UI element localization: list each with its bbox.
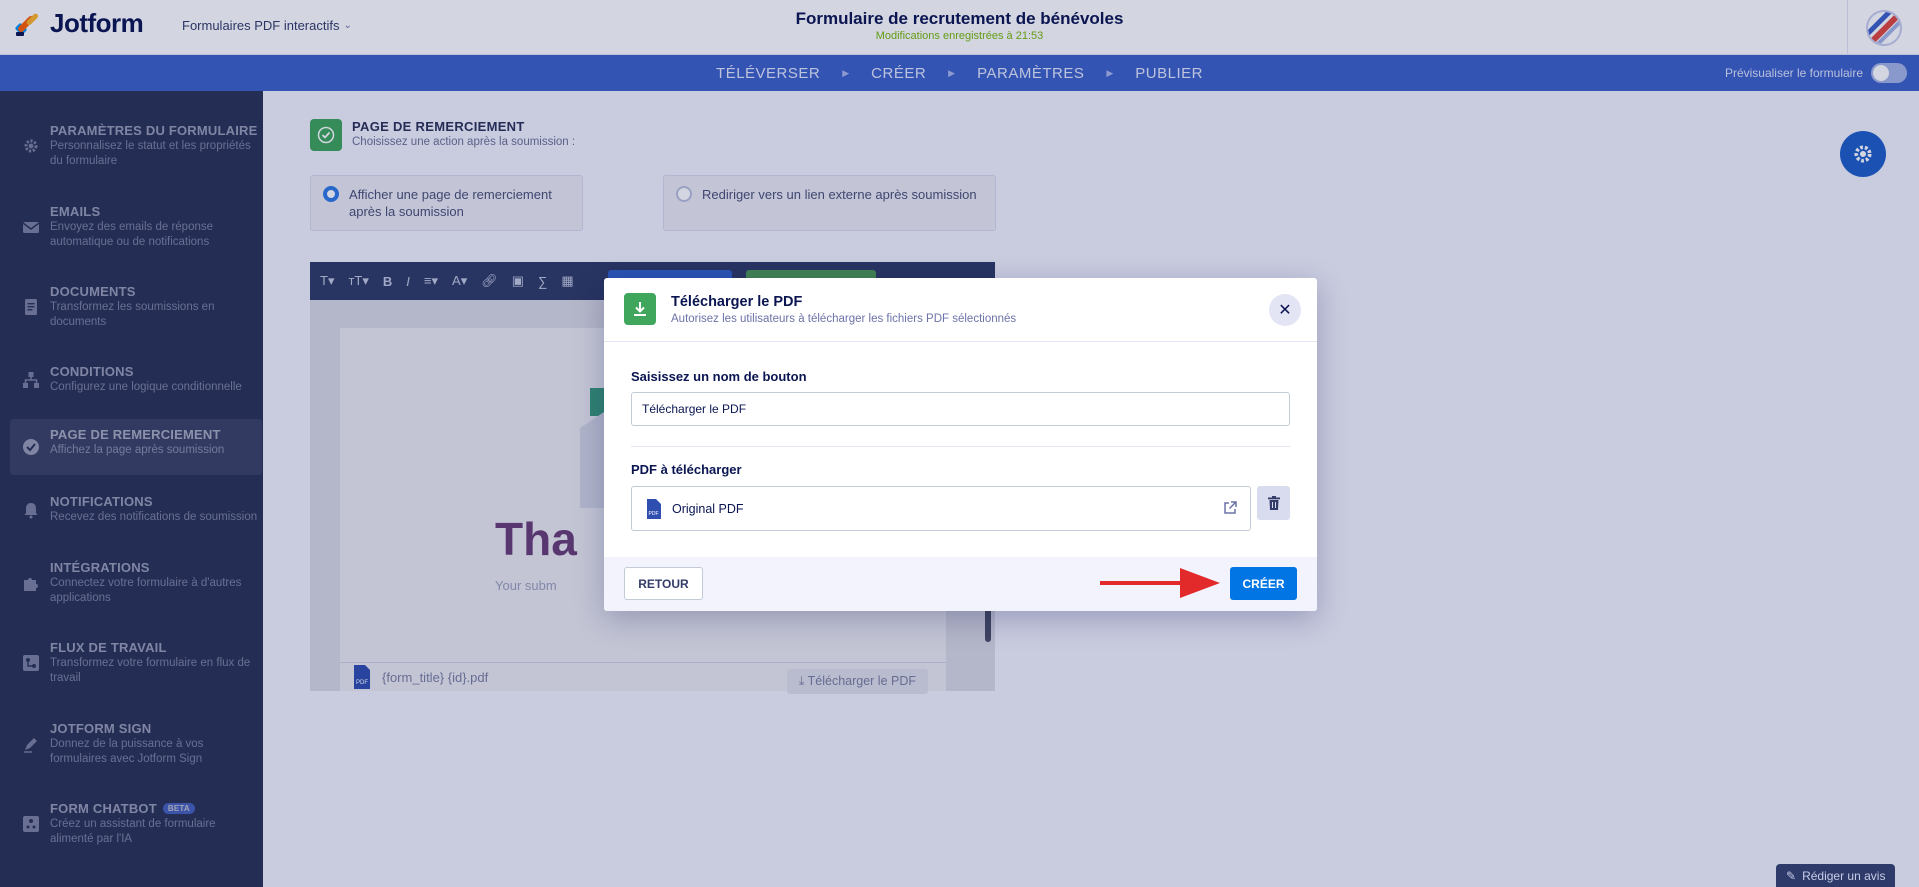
modal-title: Télécharger le PDF: [671, 294, 803, 310]
pdf-item-label: Original PDF: [672, 501, 744, 516]
modal-header: Télécharger le PDF Autorisez les utilisa…: [604, 278, 1317, 342]
review-label: Rédiger un avis: [1802, 868, 1886, 883]
modal-body: Saisissez un nom de bouton PDF à télécha…: [604, 342, 1317, 565]
review-icon: ✎: [1786, 868, 1797, 883]
close-button[interactable]: ✕: [1269, 294, 1301, 326]
pdf-file-icon: PDF: [647, 498, 661, 519]
sidebar-backdrop: [0, 91, 263, 887]
external-link-icon[interactable]: [1222, 500, 1238, 516]
red-arrow-annotation: [1100, 568, 1220, 598]
selected-pdf-item[interactable]: PDF Original PDF: [631, 486, 1251, 531]
modal-subtitle: Autorisez les utilisateurs à télécharger…: [671, 313, 1017, 325]
write-review-button[interactable]: ✎ Rédiger un avis: [1776, 864, 1896, 887]
close-icon: ✕: [1278, 302, 1292, 319]
download-icon: [624, 293, 656, 325]
trash-icon: [1267, 496, 1280, 510]
create-button[interactable]: CRÉER: [1230, 567, 1297, 600]
back-button[interactable]: RETOUR: [624, 567, 703, 600]
pdf-select-label: PDF à télécharger: [631, 462, 742, 477]
svg-text:PDF: PDF: [649, 511, 659, 517]
button-name-input[interactable]: [631, 392, 1290, 426]
download-pdf-modal: Télécharger le PDF Autorisez les utilisa…: [604, 278, 1317, 611]
divider: [631, 446, 1290, 447]
button-name-label: Saisissez un nom de bouton: [631, 369, 807, 384]
delete-pdf-button[interactable]: [1257, 486, 1290, 520]
